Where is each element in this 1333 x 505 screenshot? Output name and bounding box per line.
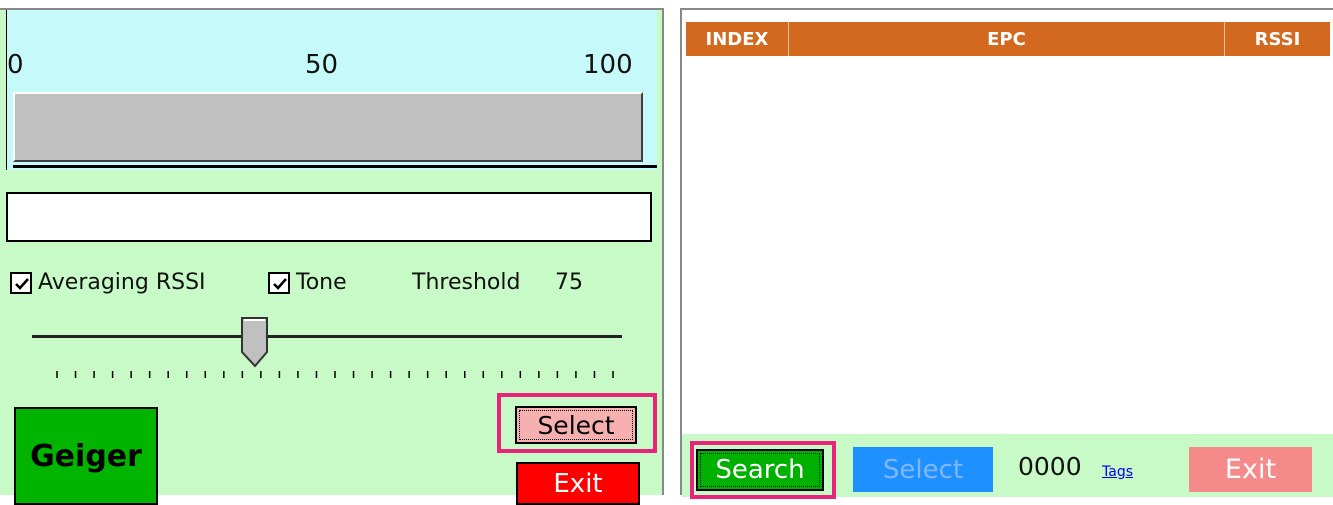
slider-ticks [56,371,614,378]
tag-count: 0000 [1018,452,1082,481]
threshold-value: 75 [555,270,583,295]
threshold-slider-track[interactable] [32,335,622,338]
column-header-index[interactable]: INDEX [686,22,789,56]
rssi-meter-bar [13,92,643,162]
geiger-button[interactable]: Geiger [14,407,158,505]
threshold-slider-thumb[interactable] [240,316,270,368]
scale-mid-label: 50 [305,50,339,80]
threshold-label: Threshold [412,270,521,295]
averaging-rssi-label: Averaging RSSI [38,270,206,295]
checkmark-icon [273,278,287,290]
scale-max-label: 100 [583,50,633,80]
table-header: INDEX EPC RSSI [686,22,1330,57]
averaging-rssi-checkbox[interactable] [10,272,32,294]
select-button[interactable]: Select [515,406,637,444]
exit-button[interactable]: Exit [1189,447,1312,492]
bottom-toolbar: Search Select 0000 Tags Exit [682,434,1333,499]
scale-min-label: 0 [7,50,24,80]
tone-checkbox[interactable] [268,272,290,294]
geiger-panel: 0 50 100 Averaging RSSI Tone Threshold 7… [0,8,664,505]
tone-label: Tone [296,270,347,295]
checkmark-icon [15,278,29,290]
select-button-disabled[interactable]: Select [853,447,993,492]
column-header-epc[interactable]: EPC [789,22,1225,56]
exit-button[interactable]: Exit [516,462,640,505]
meter-baseline [13,165,657,168]
column-header-rssi[interactable]: RSSI [1225,22,1330,56]
meter-area: 0 50 100 [6,10,657,170]
epc-display-field[interactable] [6,192,652,242]
tags-link[interactable]: Tags [1102,464,1133,480]
inventory-panel: INDEX EPC RSSI Search Select 0000 Tags E… [680,8,1333,499]
search-button[interactable]: Search [696,449,824,491]
tag-list[interactable] [686,56,1330,434]
